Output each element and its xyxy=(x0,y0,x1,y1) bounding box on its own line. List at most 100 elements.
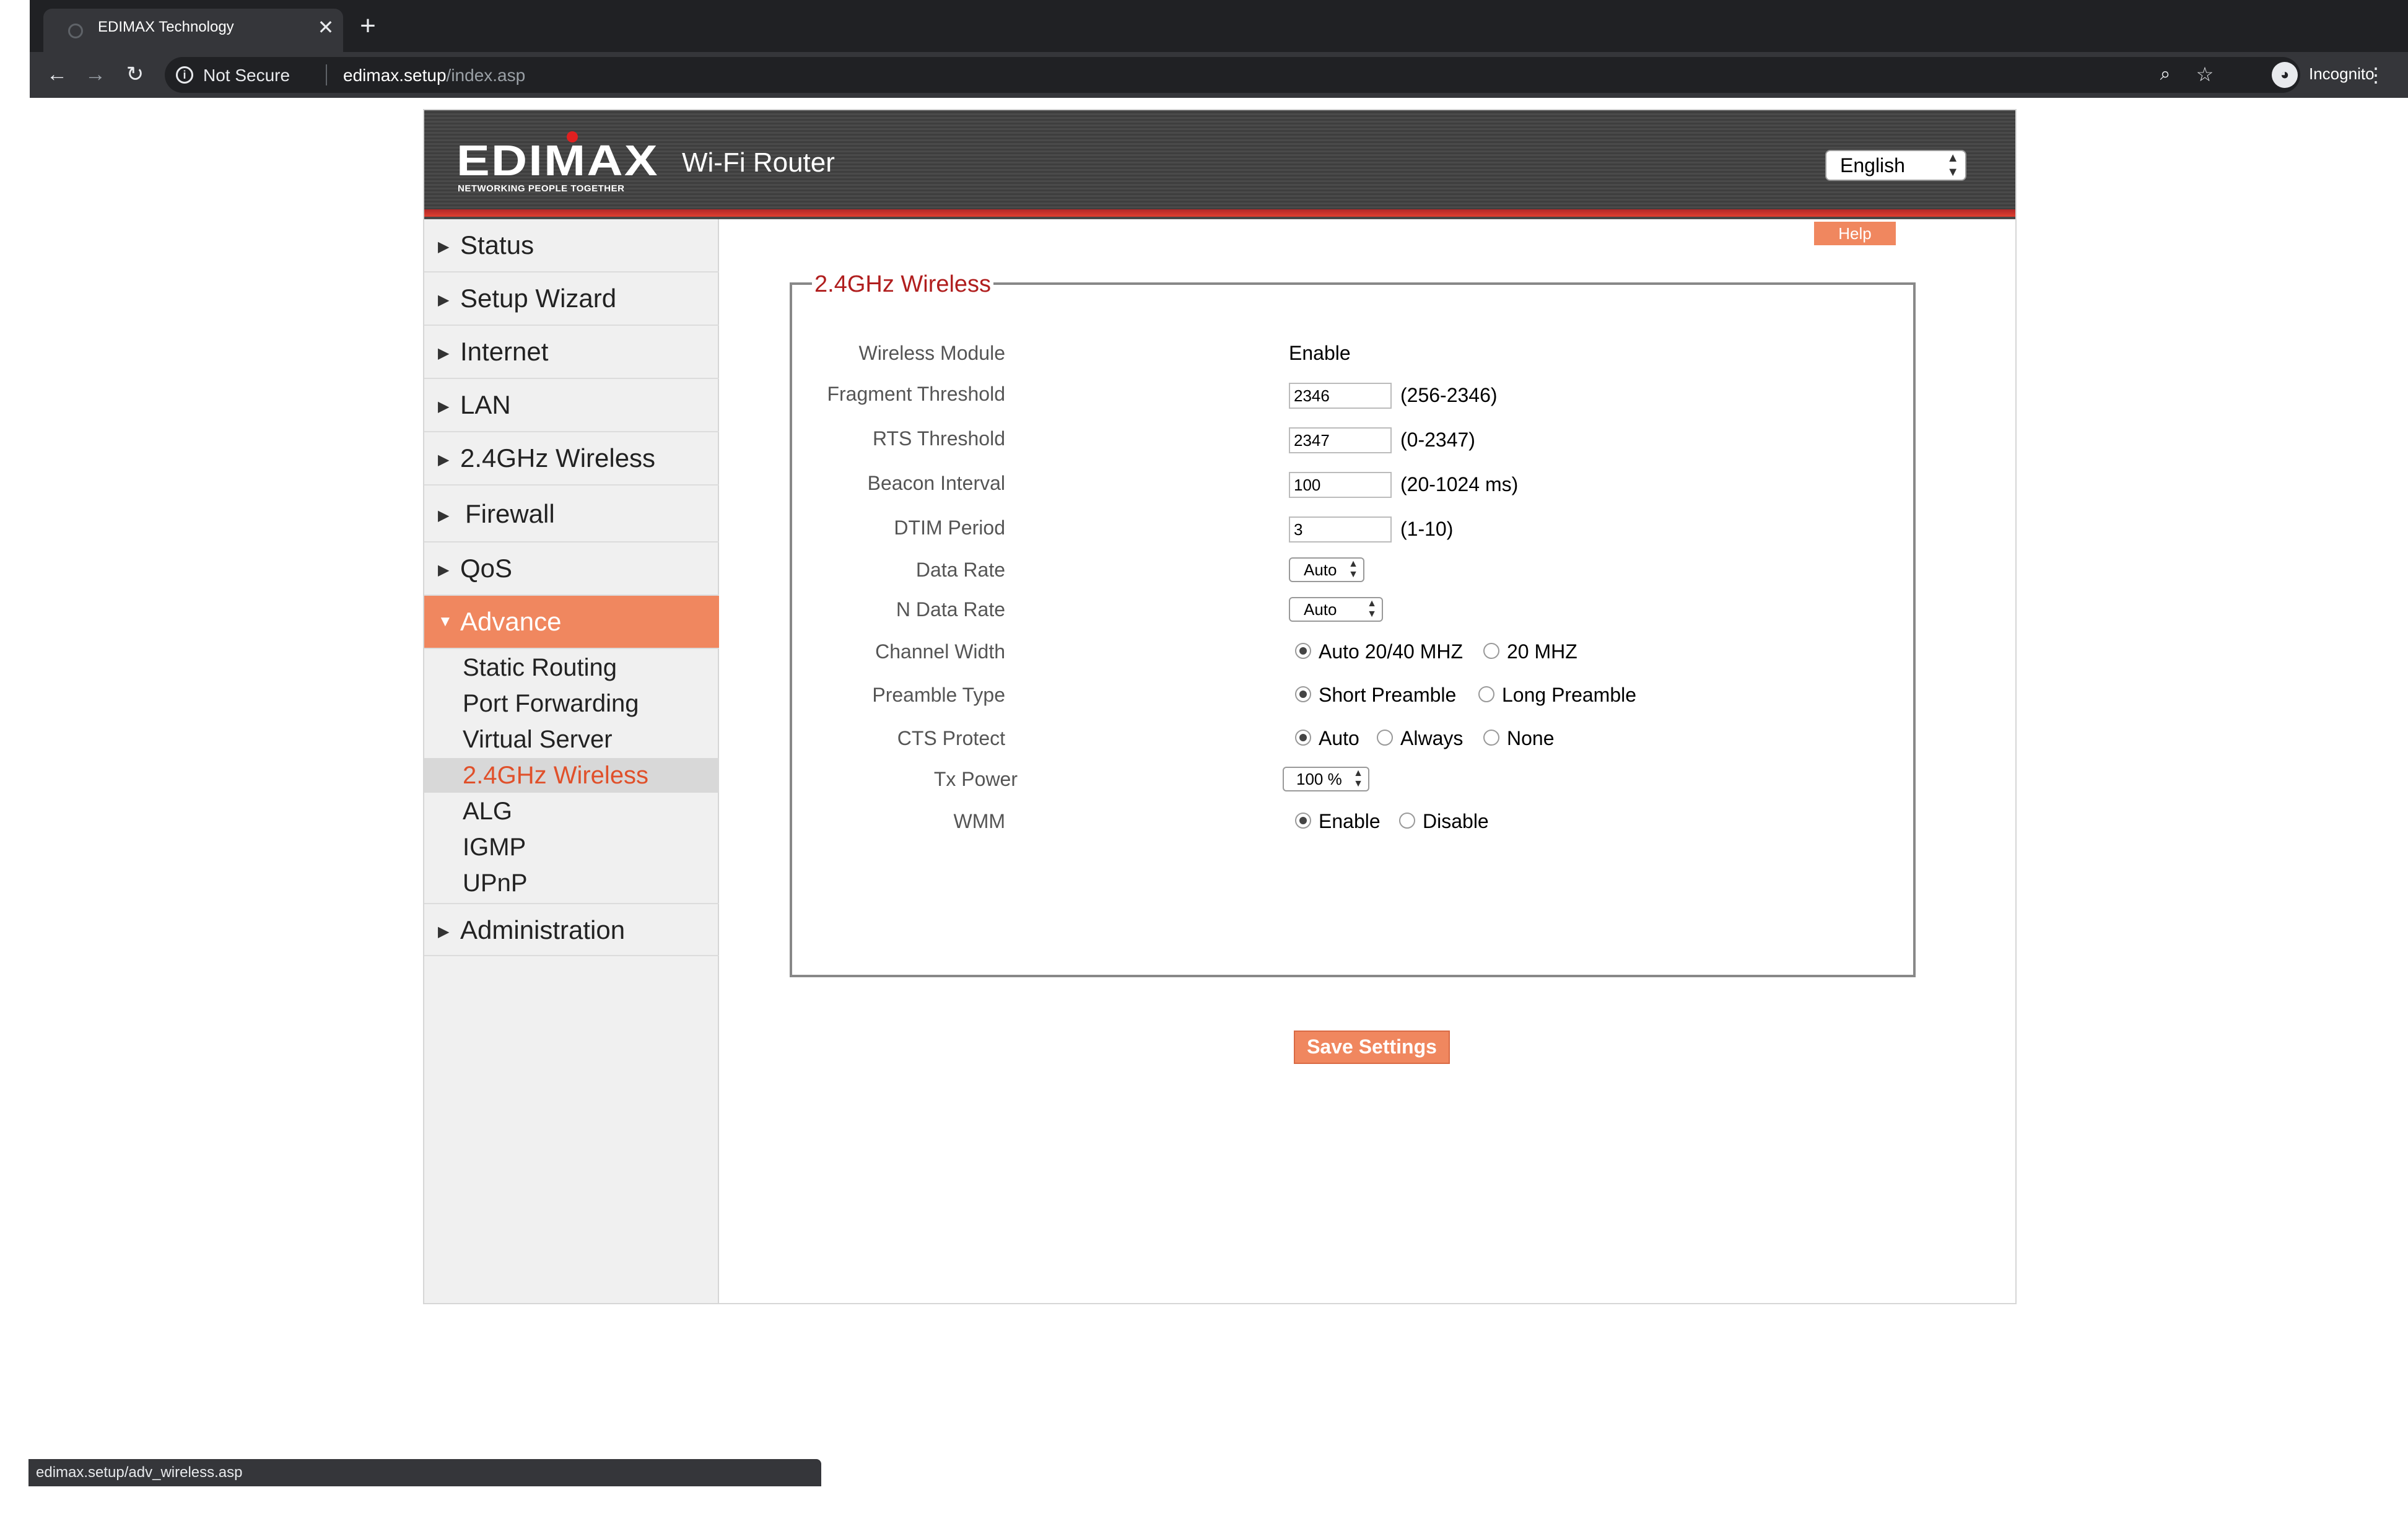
preamble-long-label[interactable]: Long Preamble xyxy=(1502,684,1636,707)
rts-threshold-input[interactable]: 2347 xyxy=(1289,427,1392,453)
select-arrows-icon: ▲ ▼ xyxy=(1947,151,1959,179)
n-data-rate-label: N Data Rate xyxy=(896,598,1005,621)
fragment-threshold-label: Fragment Threshold xyxy=(827,383,1005,405)
preamble-type-label: Preamble Type xyxy=(872,684,1005,706)
wmm-disable-radio[interactable] xyxy=(1399,813,1415,829)
sidebar-item-label: Setup Wizard xyxy=(460,284,617,313)
channel-width-auto-label[interactable]: Auto 20/40 MHZ xyxy=(1319,640,1463,663)
channel-width-label: Channel Width xyxy=(875,640,1005,663)
bookmark-star-icon[interactable]: ☆ xyxy=(2194,63,2216,85)
header-red-strip xyxy=(424,209,2015,217)
new-tab-button[interactable]: + xyxy=(353,12,383,40)
beacon-interval-label: Beacon Interval xyxy=(867,472,1005,494)
submenu-item-port-forwarding[interactable]: Port Forwarding xyxy=(424,686,719,721)
sidebar-item-label: Administration xyxy=(460,915,626,944)
n-data-rate-select[interactable]: Auto ▲ ▼ xyxy=(1289,597,1383,622)
sidebar-item-firewall[interactable]: ▶ Firewall xyxy=(424,486,719,543)
wmm-enable-radio[interactable] xyxy=(1295,813,1311,829)
sidebar-item-label: LAN xyxy=(460,390,511,419)
wireless-settings-panel: 2.4GHz Wireless Wireless Module Enable F… xyxy=(790,271,1916,977)
wmm-enable-label[interactable]: Enable xyxy=(1319,810,1381,833)
forward-icon[interactable]: → xyxy=(82,61,109,88)
sidebar-item-label: 2.4GHz Wireless xyxy=(460,443,656,473)
tab-title: EDIMAX Technology xyxy=(98,19,234,35)
arrow-right-icon: ▶ xyxy=(438,923,450,940)
sidebar-item-qos[interactable]: ▶ QoS xyxy=(424,543,719,596)
sidebar-item-label: Firewall xyxy=(465,499,555,528)
preamble-short-label[interactable]: Short Preamble xyxy=(1319,684,1456,707)
channel-width-20-radio[interactable] xyxy=(1483,643,1499,659)
dtim-period-input[interactable]: 3 xyxy=(1289,516,1392,543)
logo-dot xyxy=(567,131,578,142)
tx-power-label: Tx Power xyxy=(933,768,1018,790)
more-menu-icon[interactable]: ⋮ xyxy=(2365,62,2387,88)
select-arrows-icon: ▲ ▼ xyxy=(1367,598,1377,619)
product-title: Wi-Fi Router xyxy=(682,147,835,178)
submenu-label: 2.4GHz Wireless xyxy=(463,762,649,789)
submenu-item-upnp[interactable]: UPnP xyxy=(424,866,719,900)
address-bar[interactable]: i Not Secure edimax.setup/index.asp ⌕ ☆ xyxy=(165,57,2300,93)
dtim-period-hint: (1-10) xyxy=(1400,518,1454,540)
globe-icon xyxy=(68,24,83,38)
arrow-right-icon: ▶ xyxy=(438,345,450,362)
submenu-item-wireless[interactable]: 2.4GHz Wireless xyxy=(424,758,719,793)
help-button[interactable]: Help xyxy=(1814,222,1896,245)
url-host: edimax.setup xyxy=(343,66,447,85)
sidebar-item-label: QoS xyxy=(460,554,513,583)
channel-width-auto-radio[interactable] xyxy=(1295,643,1311,659)
arrow-down-icon: ▼ xyxy=(438,613,453,630)
cts-always-radio[interactable] xyxy=(1377,730,1393,746)
cts-auto-label[interactable]: Auto xyxy=(1319,727,1359,750)
sidebar-item-label: Internet xyxy=(460,337,549,366)
sidebar-item-administration[interactable]: ▶ Administration xyxy=(424,903,719,956)
url-text[interactable]: edimax.setup/index.asp xyxy=(343,66,525,85)
fragment-threshold-input[interactable]: 2346 xyxy=(1289,383,1392,409)
wireless-module-label: Wireless Module xyxy=(858,342,1005,364)
close-icon[interactable]: ✕ xyxy=(315,15,337,40)
sidebar-item-wireless[interactable]: ▶ 2.4GHz Wireless xyxy=(424,432,719,486)
preamble-long-radio[interactable] xyxy=(1478,686,1494,702)
sidebar-item-setup-wizard[interactable]: ▶ Setup Wizard xyxy=(424,272,719,326)
submenu-label: Virtual Server xyxy=(463,726,613,753)
cts-always-label[interactable]: Always xyxy=(1400,727,1463,750)
cts-none-label[interactable]: None xyxy=(1507,727,1555,750)
data-rate-label: Data Rate xyxy=(915,559,1005,581)
channel-width-20-label[interactable]: 20 MHZ xyxy=(1507,640,1577,663)
section-title: 2.4GHz Wireless xyxy=(812,271,994,298)
wmm-disable-label[interactable]: Disable xyxy=(1423,810,1489,833)
submenu-item-igmp[interactable]: IGMP xyxy=(424,830,719,865)
sidebar-item-status[interactable]: ▶ Status xyxy=(424,219,719,272)
beacon-interval-hint: (20-1024 ms) xyxy=(1400,473,1519,495)
logo-text: EDIMAX xyxy=(456,136,659,185)
submenu-item-alg[interactable]: ALG xyxy=(424,794,719,829)
browser-tab[interactable]: EDIMAX Technology ✕ xyxy=(43,9,343,52)
zoom-icon[interactable]: ⌕ xyxy=(2154,63,2176,85)
save-settings-button[interactable]: Save Settings xyxy=(1294,1031,1450,1064)
preamble-short-radio[interactable] xyxy=(1295,686,1311,702)
tx-power-select[interactable]: 100 % ▲ ▼ xyxy=(1283,767,1369,791)
sidebar-item-internet[interactable]: ▶ Internet xyxy=(424,326,719,379)
sidebar-item-advance[interactable]: ▼ Advance xyxy=(424,596,719,649)
cts-none-radio[interactable] xyxy=(1483,730,1499,746)
submenu-item-static-routing[interactable]: Static Routing xyxy=(424,650,719,685)
arrow-right-icon: ▶ xyxy=(438,562,450,578)
submenu-label: IGMP xyxy=(463,834,526,861)
cts-auto-radio[interactable] xyxy=(1295,730,1311,746)
language-value: English xyxy=(1840,154,1905,177)
data-rate-value: Auto xyxy=(1304,560,1337,579)
submenu-item-virtual-server[interactable]: Virtual Server xyxy=(424,722,719,757)
browser-window: EDIMAX Technology ✕ + ← → ↻ i Not Secure… xyxy=(0,0,2408,1521)
language-select[interactable]: English ▲ ▼ xyxy=(1825,150,1966,181)
back-icon[interactable]: ← xyxy=(43,61,71,88)
security-label[interactable]: Not Secure xyxy=(203,66,290,85)
data-rate-select[interactable]: Auto ▲ ▼ xyxy=(1289,557,1364,582)
info-icon[interactable]: i xyxy=(176,66,193,84)
arrow-right-icon: ▶ xyxy=(438,292,450,308)
reload-icon[interactable]: ↻ xyxy=(121,61,149,88)
link-status-bar: edimax.setup/adv_wireless.asp xyxy=(28,1459,821,1486)
router-header: EDIMAX NETWORKING PEOPLE TOGETHER Wi-Fi … xyxy=(424,110,2015,219)
beacon-interval-input[interactable]: 100 xyxy=(1289,472,1392,498)
sidebar-item-lan[interactable]: ▶ LAN xyxy=(424,379,719,432)
incognito-icon[interactable]: ◕ xyxy=(2272,62,2298,88)
url-separator xyxy=(326,64,327,85)
